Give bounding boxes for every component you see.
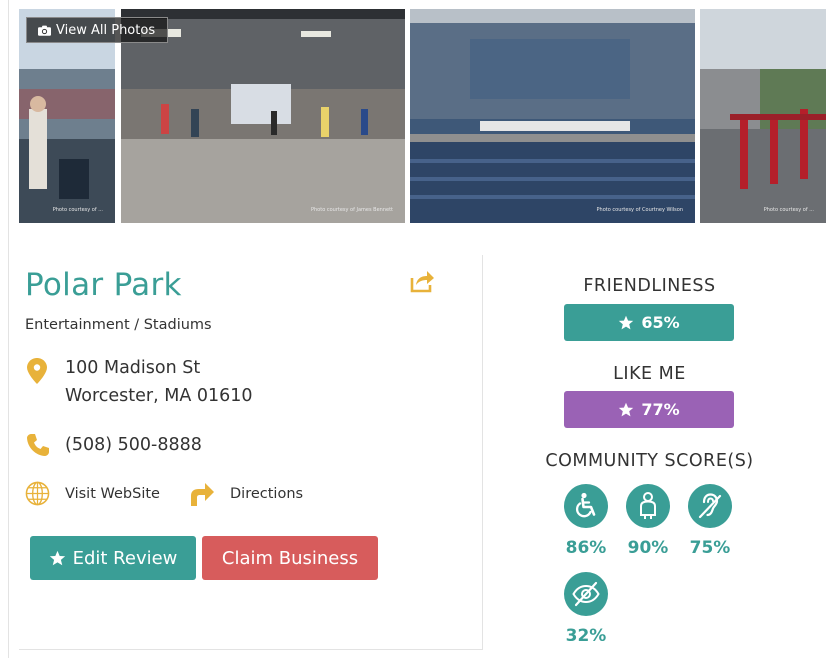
business-category: Entertainment / Stadiums	[25, 317, 212, 333]
directions-arrow-icon[interactable]	[189, 481, 215, 507]
wheelchair-icon	[564, 484, 608, 528]
phone-number[interactable]: (508) 500-8888	[65, 435, 202, 455]
globe-icon[interactable]	[25, 481, 50, 506]
hearing-impaired-icon	[688, 484, 732, 528]
friendliness-value: 65%	[641, 313, 680, 332]
wheelchair-score: 86%	[565, 538, 607, 558]
community-scores-heading: COMMUNITY SCORE(S)	[545, 451, 754, 471]
business-name: Polar Park	[25, 267, 182, 303]
person-score: 90%	[627, 538, 669, 558]
address-line2: Worcester, MA 01610	[65, 386, 253, 406]
share-icon[interactable]	[409, 268, 435, 294]
photo-credit: Photo courtesy of Courtney Wilson	[596, 207, 683, 213]
photo-credit: Photo courtesy of ...	[52, 207, 103, 213]
gallery-photo-4[interactable]: Photo courtesy of ...	[700, 9, 826, 223]
vision-impaired-icon	[564, 572, 608, 616]
gallery-photo-3[interactable]: Photo courtesy of Courtney Wilson	[410, 9, 695, 223]
like-me-score: 77%	[564, 391, 734, 428]
edit-review-button[interactable]: Edit Review	[30, 536, 196, 580]
like-me-value: 77%	[641, 400, 680, 419]
camera-icon	[38, 25, 51, 36]
claim-business-button[interactable]: Claim Business	[202, 536, 378, 580]
star-icon	[619, 315, 634, 329]
business-details: Polar Park Entertainment / Stadiums 100 …	[19, 255, 483, 650]
address-line1: 100 Madison St	[65, 358, 201, 378]
edit-review-label: Edit Review	[72, 547, 178, 569]
star-icon	[619, 402, 634, 416]
friendliness-heading: FRIENDLINESS	[583, 276, 716, 296]
map-marker-icon	[27, 358, 47, 384]
view-all-photos-label: View All Photos	[56, 22, 156, 38]
claim-business-label: Claim Business	[221, 547, 359, 569]
like-me-heading: LIKE ME	[613, 364, 686, 384]
person-body-icon	[626, 484, 670, 528]
scores-panel: FRIENDLINESS 65% LIKE ME 77% COMMUNITY S…	[483, 255, 826, 658]
hearing-score: 75%	[689, 538, 731, 558]
view-all-photos-button[interactable]: View All Photos	[26, 17, 168, 43]
photo-credit: Photo courtesy of James Bennett	[310, 207, 393, 213]
photo-credit: Photo courtesy of ...	[763, 207, 814, 213]
star-icon	[49, 550, 65, 565]
phone-icon[interactable]	[25, 432, 51, 458]
visit-website-link[interactable]: Visit WebSite	[65, 486, 160, 502]
directions-link[interactable]: Directions	[230, 486, 303, 502]
friendliness-score: 65%	[564, 304, 734, 341]
vision-score: 32%	[565, 626, 607, 646]
